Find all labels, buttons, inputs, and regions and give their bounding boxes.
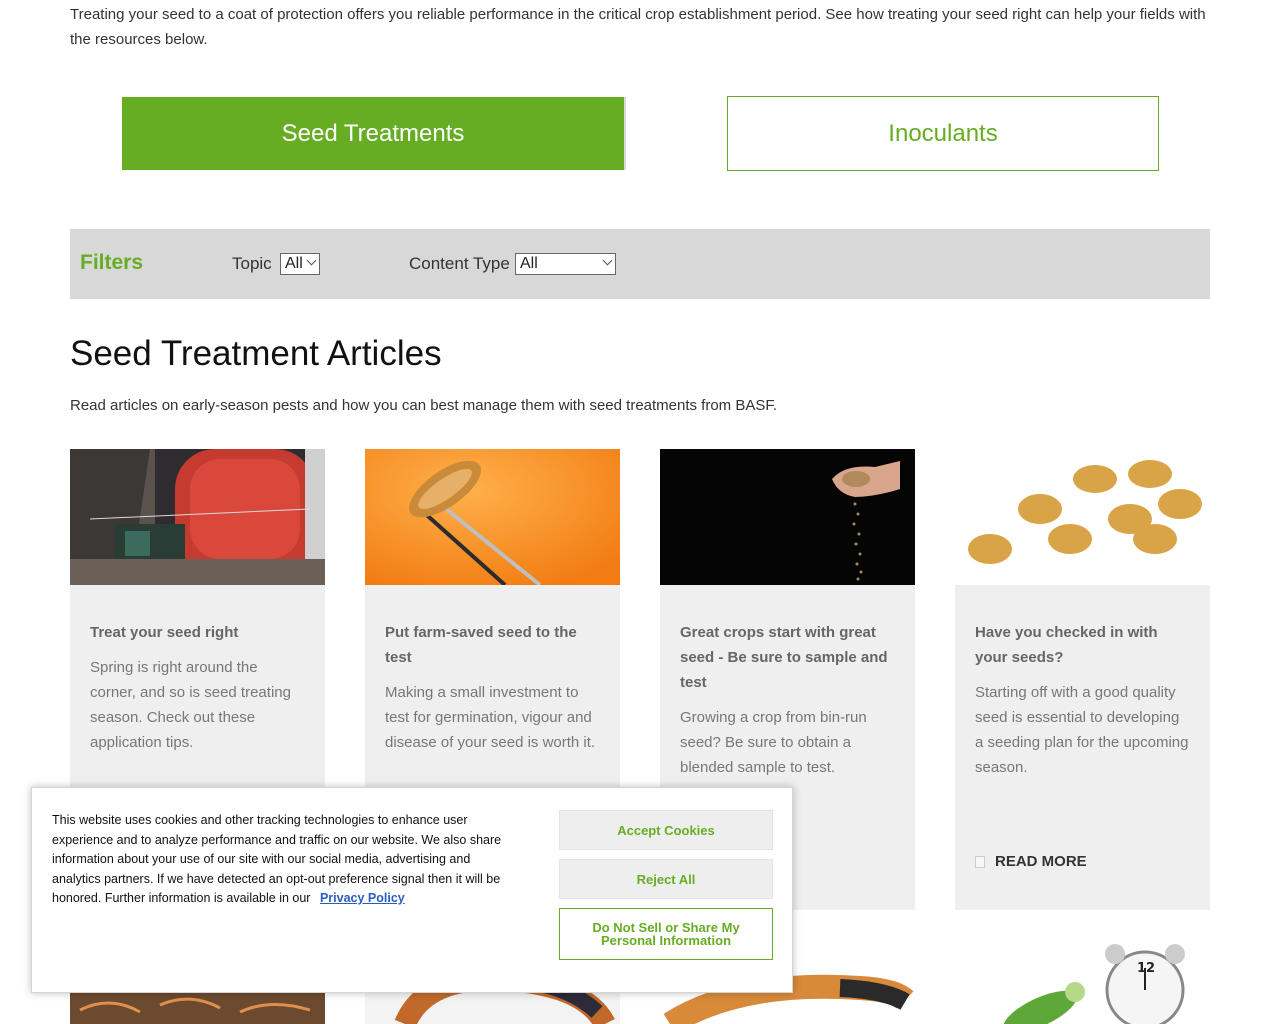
card-text: Making a small investment to test for ge… — [385, 684, 596, 751]
card-text: Starting off with a good quality seed is… — [975, 684, 1189, 776]
topic-select[interactable]: All — [280, 253, 320, 275]
filters-bar: Filters Topic All Content Type All — [70, 229, 1210, 299]
accept-cookies-button[interactable]: Accept Cookies — [559, 810, 773, 850]
arrow-icon — [975, 855, 985, 868]
article-card[interactable]: Have you checked in with your seeds? Sta… — [955, 449, 1210, 910]
card-text: Growing a crop from bin-run seed? Be sur… — [680, 709, 867, 776]
card-title[interactable]: Great crops start with great seed - Be s… — [680, 620, 895, 695]
tab-inoculants[interactable]: Inoculants — [727, 96, 1159, 171]
reject-all-button[interactable]: Reject All — [559, 859, 773, 899]
intro-text: Treating your seed to a coat of protecti… — [70, 6, 1206, 48]
cookie-banner: This website uses cookies and other trac… — [31, 787, 793, 993]
section-description: Read articles on early-season pests and … — [70, 397, 778, 414]
card-title[interactable]: Have you checked in with your seeds? — [975, 620, 1190, 670]
seed-in-tweezers-image[interactable] — [365, 449, 620, 585]
chevron-down-icon — [602, 255, 613, 266]
svg-text:12: 12 — [1137, 961, 1155, 976]
filters-title: Filters — [80, 251, 144, 274]
card-title[interactable]: Put farm-saved seed to the test — [385, 620, 600, 670]
privacy-policy-link[interactable]: Privacy Policy — [320, 891, 405, 905]
content-type-select-value: All — [520, 255, 538, 272]
content-tabs: Seed Treatments Inoculants — [0, 96, 1280, 171]
topic-select-value: All — [285, 255, 303, 272]
card-text: Spring is right around the corner, and s… — [90, 659, 291, 751]
content-type-label: Content Type — [409, 254, 510, 273]
bird-and-clock-image[interactable]: 12 — [955, 940, 1210, 1024]
cookie-message: This website uses cookies and other trac… — [52, 813, 502, 905]
do-not-sell-button[interactable]: Do Not Sell or Share My Personal Informa… — [559, 908, 773, 960]
read-more-label: READ MORE — [995, 853, 1087, 870]
card-title[interactable]: Treat your seed right — [90, 620, 305, 645]
seed-treater-machine-image[interactable] — [70, 449, 325, 585]
cookie-text: This website uses cookies and other trac… — [52, 811, 512, 909]
content-type-select[interactable]: All — [515, 253, 616, 275]
chevron-down-icon — [306, 255, 317, 266]
tab-seed-treatments[interactable]: Seed Treatments — [122, 97, 626, 170]
topic-label: Topic — [232, 254, 272, 273]
read-more-link[interactable]: READ MORE — [975, 853, 1087, 870]
hand-pouring-seed-image[interactable] — [660, 449, 915, 585]
section-title: Seed Treatment Articles — [70, 334, 442, 373]
wheat-kernels-image[interactable] — [955, 449, 1210, 585]
